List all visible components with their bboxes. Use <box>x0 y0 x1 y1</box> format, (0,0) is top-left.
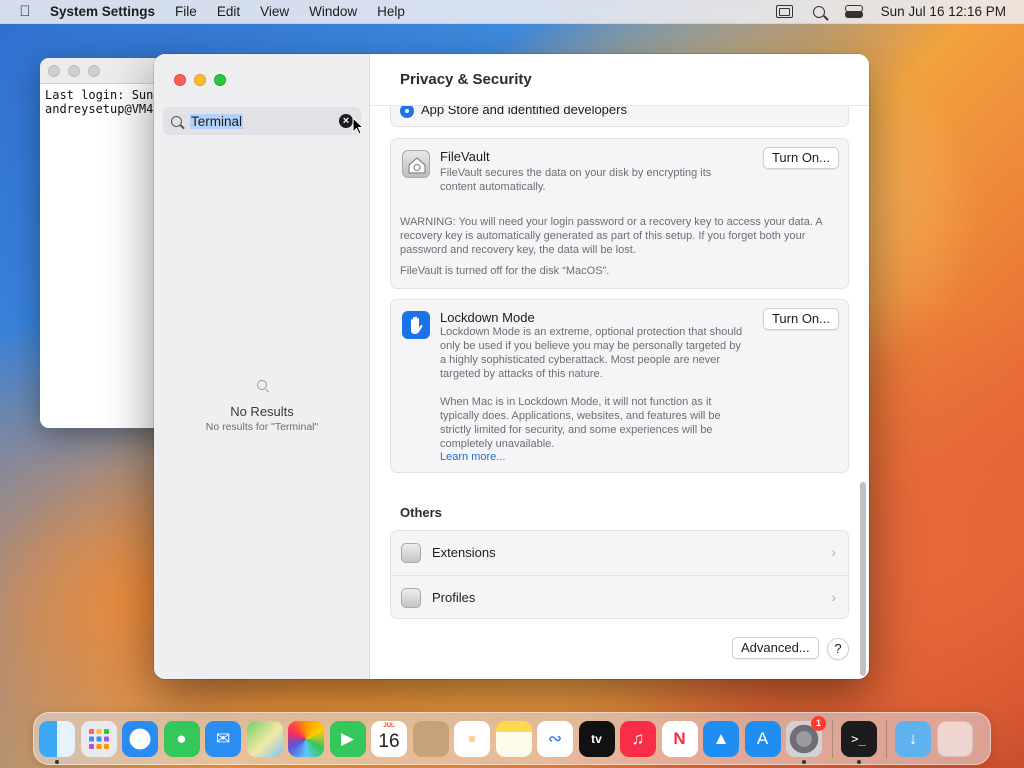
scrollbar[interactable] <box>860 482 866 676</box>
sidebar: Terminal × No Results No results for "Te… <box>154 54 370 679</box>
dock-reminders-icon[interactable]: ≡ <box>454 720 490 757</box>
close-button[interactable] <box>174 74 186 86</box>
hand-icon <box>402 311 430 339</box>
help-button[interactable]: ? <box>827 638 849 660</box>
lockdown-turn-on-button[interactable]: Turn On... <box>762 308 839 330</box>
filevault-status: FileVault is turned off for the disk “Ma… <box>400 265 610 277</box>
main-content: Privacy & Security App Store and identif… <box>370 54 869 679</box>
dock-messages-icon[interactable]: ● <box>163 720 200 757</box>
dock-app-store-icon[interactable]: A <box>744 720 781 757</box>
menu-window[interactable]: Window <box>309 4 357 19</box>
extensions-row[interactable]: Extensions › <box>391 531 848 575</box>
running-indicator <box>856 759 861 764</box>
filevault-description: FileVault secures the data on your disk … <box>440 167 712 193</box>
extensions-icon <box>401 543 421 563</box>
search-icon <box>171 115 182 127</box>
menu-file[interactable]: File <box>175 4 197 19</box>
lockdown-title: Lockdown Mode <box>440 310 535 325</box>
clear-search-button[interactable]: × <box>339 114 353 128</box>
dock-mail-icon[interactable]: ✉ <box>205 720 241 757</box>
calendar-month: JUL <box>383 722 395 729</box>
profiles-icon <box>401 588 421 608</box>
dock-contacts-icon[interactable] <box>412 720 449 757</box>
extensions-label: Extensions <box>432 545 496 560</box>
menu-app-name[interactable]: System Settings <box>50 4 155 19</box>
menu-edit[interactable]: Edit <box>217 4 240 19</box>
advanced-button[interactable]: Advanced... <box>732 637 819 659</box>
notification-badge: 1 <box>811 715 826 731</box>
calendar-day: 16 <box>378 731 400 752</box>
filevault-warning: WARNING: You will need your login passwo… <box>400 216 823 256</box>
profiles-label: Profiles <box>432 590 476 605</box>
control-center-icon[interactable] <box>844 5 863 18</box>
main-header: Privacy & Security <box>370 54 869 106</box>
profiles-row[interactable]: Profiles › <box>391 575 848 619</box>
dock: ● ✉ ▶ JUL 16 ≡ ∾ tv ♫ N ▲ A 1 >_ ↓ <box>33 712 991 765</box>
menu-view[interactable]: View <box>260 4 289 19</box>
chevron-right-icon: › <box>831 589 836 605</box>
dock-separator <box>886 719 887 758</box>
dock-tv-icon[interactable]: tv <box>578 720 615 757</box>
dock-calendar-icon[interactable]: JUL 16 <box>371 720 407 757</box>
lockdown-description: Lockdown Mode is an extreme, optional pr… <box>440 326 743 380</box>
no-results-placeholder: No Results No results for "Terminal" <box>154 380 370 433</box>
others-list: Extensions › Profiles › <box>390 530 849 619</box>
filevault-panel: FileVault FileVault secures the data on … <box>390 138 849 289</box>
no-results-subtitle: No results for "Terminal" <box>205 421 319 433</box>
dock-keynote-icon[interactable]: ▲ <box>703 720 739 757</box>
lockdown-description-2: When Mac is in Lockdown Mode, it will no… <box>440 396 721 450</box>
dock-notes-icon[interactable] <box>495 720 532 757</box>
minimize-button[interactable] <box>194 74 206 86</box>
spotlight-search-icon[interactable] <box>812 5 825 18</box>
menu-bar:  System Settings File Edit View Window … <box>0 0 1024 24</box>
terminal-minimize-button[interactable] <box>68 64 80 77</box>
window-icon[interactable] <box>775 5 793 18</box>
zoom-button[interactable] <box>214 74 226 86</box>
running-indicator <box>802 759 806 764</box>
dock-separator <box>831 719 833 758</box>
learn-more-link[interactable]: Learn more... <box>440 451 505 463</box>
dock-freeform-icon[interactable]: ∾ <box>537 720 573 757</box>
menu-clock[interactable]: Sun Jul 16 12:16 PM <box>881 4 1006 19</box>
mouse-pointer-icon <box>352 117 364 135</box>
no-results-title: No Results <box>230 404 294 419</box>
dock-downloads-folder-icon[interactable]: ↓ <box>895 720 931 757</box>
dock-trash-icon[interactable] <box>936 720 973 757</box>
dock-launchpad-icon[interactable] <box>80 720 117 757</box>
filevault-turn-on-button[interactable]: Turn On... <box>762 147 839 169</box>
tv-label: tv <box>591 731 602 746</box>
dock-photos-icon[interactable] <box>288 720 324 757</box>
dock-safari-icon[interactable] <box>122 720 158 757</box>
sidebar-search-input[interactable]: Terminal × <box>163 107 361 135</box>
apple-menu-icon[interactable]:  <box>0 3 50 20</box>
lockdown-mode-panel: Lockdown Mode Lockdown Mode is an extrem… <box>390 299 849 473</box>
dock-finder-icon[interactable] <box>39 720 75 764</box>
dock-maps-icon[interactable] <box>246 720 283 757</box>
system-settings-window: Terminal × No Results No results for "Te… <box>154 54 869 679</box>
others-section-title: Others <box>400 505 442 520</box>
search-value[interactable]: Terminal <box>190 113 244 129</box>
terminal-close-button[interactable] <box>48 64 60 77</box>
dock-system-settings-icon[interactable]: 1 <box>786 715 826 764</box>
window-controls <box>174 74 226 86</box>
dock-terminal-icon[interactable]: >_ <box>840 720 877 764</box>
search-icon <box>257 380 267 390</box>
terminal-zoom-button[interactable] <box>88 64 100 77</box>
chevron-right-icon: › <box>831 544 836 560</box>
dock-news-icon[interactable]: N <box>661 720 698 757</box>
filevault-house-icon <box>402 150 430 178</box>
running-indicator <box>55 759 59 764</box>
menu-help[interactable]: Help <box>377 4 405 19</box>
dock-facetime-icon[interactable]: ▶ <box>329 720 366 757</box>
filevault-title: FileVault <box>440 149 490 164</box>
dock-music-icon[interactable]: ♫ <box>620 720 656 757</box>
radio-button-selected[interactable] <box>400 104 414 118</box>
page-title: Privacy & Security <box>400 71 532 88</box>
